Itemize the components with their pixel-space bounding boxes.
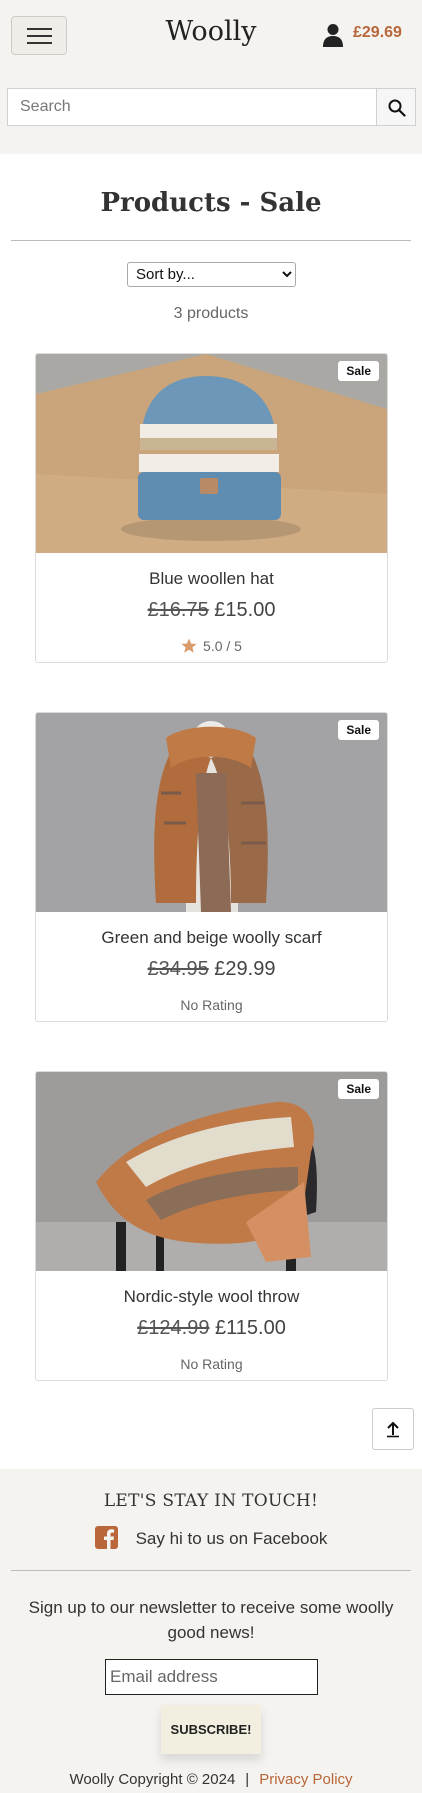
newsletter-text: Sign up to our newsletter to receive som…	[28, 1598, 394, 1642]
star-icon	[181, 638, 197, 653]
rating-text: 5.0 / 5	[203, 638, 242, 654]
arrow-up-icon	[387, 1421, 399, 1438]
product-image[interactable]	[36, 1072, 387, 1271]
product-price: £16.75 £15.00	[36, 599, 387, 622]
divider	[11, 240, 411, 241]
facebook-icon	[94, 1526, 118, 1549]
product-rating: No Rating	[180, 1356, 243, 1372]
menu-icon-bar	[27, 35, 52, 37]
sale-badge: Sale	[338, 720, 379, 740]
product-name[interactable]: Nordic-style wool throw	[36, 1287, 387, 1307]
product-price: £124.99 £115.00	[36, 1317, 387, 1340]
search-input[interactable]	[7, 88, 376, 126]
page-title: Products - Sale	[100, 188, 322, 218]
old-price: £124.99	[137, 1317, 210, 1339]
search-icon	[388, 99, 406, 117]
subscribe-button[interactable]: SUBSCRIBE!	[161, 1705, 261, 1754]
sort-select[interactable]: Sort by...	[127, 262, 296, 287]
copyright-text: Woolly Copyright © 2024	[69, 1771, 236, 1788]
sale-price: £15.00	[214, 599, 276, 621]
sale-price: £115.00	[215, 1317, 286, 1339]
product-image[interactable]	[36, 354, 387, 553]
product-name[interactable]: Green and beige woolly scarf	[36, 928, 387, 948]
sale-price: £29.99	[214, 958, 276, 980]
sale-badge: Sale	[338, 1079, 379, 1099]
facebook-text[interactable]: Say hi to us on Facebook	[136, 1529, 328, 1548]
product-count: 3 products	[173, 305, 249, 322]
old-price: £16.75	[147, 599, 209, 621]
privacy-policy-link[interactable]: Privacy Policy	[259, 1771, 352, 1788]
product-rating: 5.0 / 5	[36, 638, 387, 654]
separator: |	[245, 1771, 250, 1788]
menu-icon	[27, 28, 52, 30]
product-name[interactable]: Blue woollen hat	[36, 569, 387, 589]
product-card[interactable]: Sale Green and beige woolly scarf £34.95…	[35, 712, 388, 1022]
account-icon[interactable]	[322, 23, 344, 47]
menu-toggle-button[interactable]	[11, 16, 67, 55]
facebook-link[interactable]: Say hi to us on Facebook	[0, 1526, 422, 1549]
divider	[11, 1570, 411, 1571]
stay-in-touch-title: LET'S STAY IN TOUCH!	[103, 1491, 319, 1511]
product-rating: No Rating	[180, 997, 243, 1013]
search-form	[7, 88, 416, 126]
sale-badge: Sale	[338, 361, 379, 381]
old-price: £34.95	[147, 958, 209, 980]
back-to-top-button[interactable]	[372, 1408, 414, 1450]
menu-icon-bar	[27, 42, 52, 44]
cart-total[interactable]: £29.69	[353, 24, 402, 42]
copyright-line: Woolly Copyright © 2024 | Privacy Policy	[0, 1771, 422, 1788]
site-footer: LET'S STAY IN TOUCH! Say hi to us on Fac…	[0, 1469, 422, 1793]
site-header: Woolly £29.69	[0, 0, 422, 154]
email-input[interactable]	[105, 1659, 318, 1695]
product-image[interactable]	[36, 713, 387, 912]
product-card[interactable]: Sale Blue woollen hat £16.75 £15.00 5.0 …	[35, 353, 388, 663]
product-card[interactable]: Sale Nordic-style wool throw £124.99 £11…	[35, 1071, 388, 1381]
search-button[interactable]	[376, 88, 416, 126]
product-price: £34.95 £29.99	[36, 958, 387, 981]
